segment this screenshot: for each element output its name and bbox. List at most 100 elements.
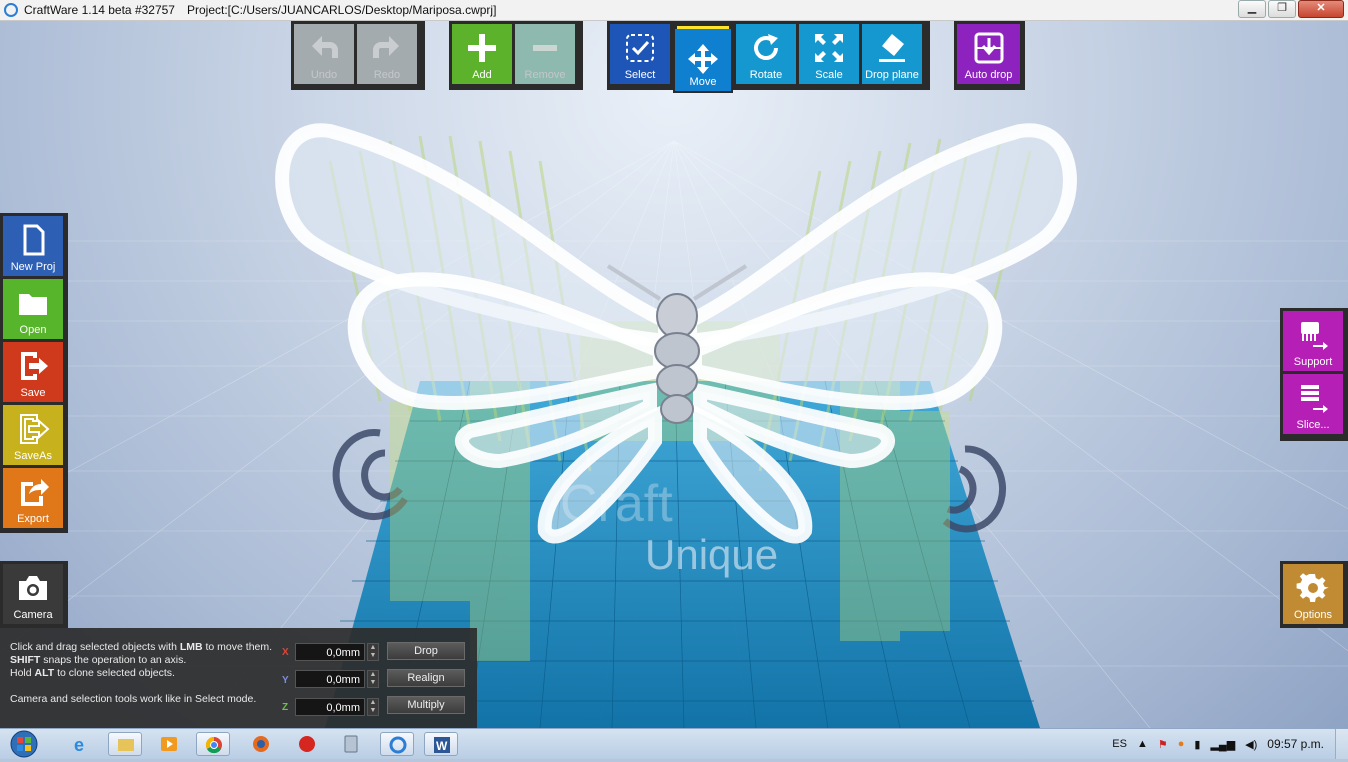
svg-text:W: W [436,739,448,753]
help-line1-b: LMB [179,641,203,653]
tray-avast-icon[interactable]: ● [1178,738,1185,750]
z-spin-buttons[interactable]: ▲ ▼ [367,698,379,716]
help-line1-c: to move them. [202,641,273,653]
undo-arrow-icon [312,36,338,58]
history-toolbar: Undo Redo [291,21,425,90]
z-axis-label: Z [282,702,289,713]
add-label: Add [472,69,492,81]
system-tray: ES ▲ ⚑ ● ▮ ▂▄▆ ◀) 09:57 p.m. [1107,729,1348,759]
3d-viewport[interactable]: Unique Craft [0,21,1348,728]
support-button[interactable]: Support [1283,311,1343,371]
add-button[interactable]: Add [452,24,512,84]
svg-text:e: e [74,735,84,755]
help-line3-c: to clone selected objects. [54,667,175,679]
transform-toolbar: Select Move Rotate Scale Drop plane [607,21,930,93]
help-line3-b: ALT [34,667,55,679]
tray-flag-icon[interactable]: ⚑ [1158,738,1168,751]
left-file-menu: New Proj Open Save SaveAs Export [0,213,68,533]
taskbar-explorer-icon[interactable] [108,732,142,756]
y-spin-buttons[interactable]: ▲ ▼ [367,670,379,688]
open-label: Open [19,324,47,336]
butterfly-model[interactable] [0,21,1348,728]
move-arrows-icon [688,44,718,74]
new-proj-label: New Proj [10,261,56,273]
redo-arrow-icon [373,36,399,58]
export-icon [21,479,49,506]
taskbar-calculator-icon[interactable] [334,732,368,756]
realign-button[interactable]: Realign [387,669,465,687]
gear-icon [1296,573,1329,602]
y-offset-field[interactable]: 0,0mm [295,670,365,688]
select-check-icon [626,34,654,62]
x-offset-field[interactable]: 0,0mm [295,643,365,661]
options-button[interactable]: Options [1283,564,1343,624]
tray-volume-icon[interactable]: ◀) [1245,738,1257,751]
app-title: CraftWare 1.14 beta #32757 [24,3,175,17]
camera-panel: Camera [0,561,68,628]
help-line2-a: SHIFT [10,654,41,666]
undo-button[interactable]: Undo [294,24,354,84]
taskbar-chrome-icon[interactable] [196,732,230,756]
new-project-button[interactable]: New Proj [3,216,63,276]
support-icon [1301,322,1328,350]
rotate-button[interactable]: Rotate [736,24,796,84]
title-bar: CraftWare 1.14 beta #32757 Project:[C:/U… [0,0,1348,21]
taskbar-word-icon[interactable]: W [424,732,458,756]
windows-start-button[interactable] [4,729,44,759]
move-label: Move [689,76,717,88]
remove-label: Remove [524,69,566,81]
select-button[interactable]: Select [610,24,670,84]
camera-label: Camera [13,609,53,621]
z-offset-field[interactable]: 0,0mm [295,698,365,716]
slice-icon [1301,385,1328,413]
drop-button[interactable]: Drop [387,642,465,660]
save-as-button[interactable]: SaveAs [3,405,63,465]
auto-drop-button[interactable]: Auto drop [957,24,1020,84]
taskbar-ie-icon[interactable]: e [64,732,98,756]
save-as-arrow-icon [20,414,50,444]
slice-label: Slice... [1296,419,1330,431]
tray-network-icon[interactable]: ▂▄▆ [1210,738,1235,751]
minimize-button[interactable]: ▁ [1238,0,1266,18]
slice-button[interactable]: Slice... [1283,374,1343,434]
active-tool-indicator [677,26,729,29]
save-button[interactable]: Save [3,342,63,402]
multiply-button[interactable]: Multiply [387,696,465,714]
x-axis-label: X [282,647,289,658]
right-slice-menu: Support Slice... [1280,308,1348,441]
tray-expand-icon[interactable]: ▲ [1137,738,1148,750]
open-button[interactable]: Open [3,279,63,339]
taskbar-red-app-icon[interactable] [290,732,324,756]
y-axis-label: Y [282,675,289,686]
plus-icon [468,34,496,62]
remove-button[interactable]: Remove [515,24,575,84]
scale-label: Scale [815,69,843,81]
taskbar-firefox-icon[interactable] [244,732,278,756]
redo-label: Redo [373,69,401,81]
redo-button[interactable]: Redo [357,24,417,84]
scale-icon [815,34,843,62]
support-label: Support [1293,356,1333,368]
save-label: Save [20,387,46,399]
select-label: Select [624,69,656,81]
close-button[interactable]: ✕ [1298,0,1344,18]
taskbar-media-player-icon[interactable] [152,732,186,756]
camera-button[interactable]: Camera [3,564,63,624]
show-desktop-button[interactable] [1335,729,1348,759]
drop-plane-button[interactable]: Drop plane [862,24,922,84]
craftware-app-icon [4,3,18,17]
language-indicator[interactable]: ES [1112,738,1127,750]
move-button[interactable]: Move [673,26,733,93]
help-line1-a: Click and drag selected objects with [10,641,180,653]
saveas-label: SaveAs [14,450,52,462]
auto-drop-label: Auto drop [964,69,1013,81]
x-spin-buttons[interactable]: ▲ ▼ [367,643,379,661]
save-arrow-icon [21,352,48,380]
scale-button[interactable]: Scale [799,24,859,84]
tray-clock[interactable]: 09:57 p.m. [1267,737,1324,751]
export-button[interactable]: Export [3,468,63,528]
rotate-icon [754,34,778,60]
taskbar-craftware-icon[interactable] [380,732,414,756]
restore-button[interactable]: ❐ [1268,0,1296,18]
tray-battery-icon[interactable]: ▮ [1194,738,1200,751]
